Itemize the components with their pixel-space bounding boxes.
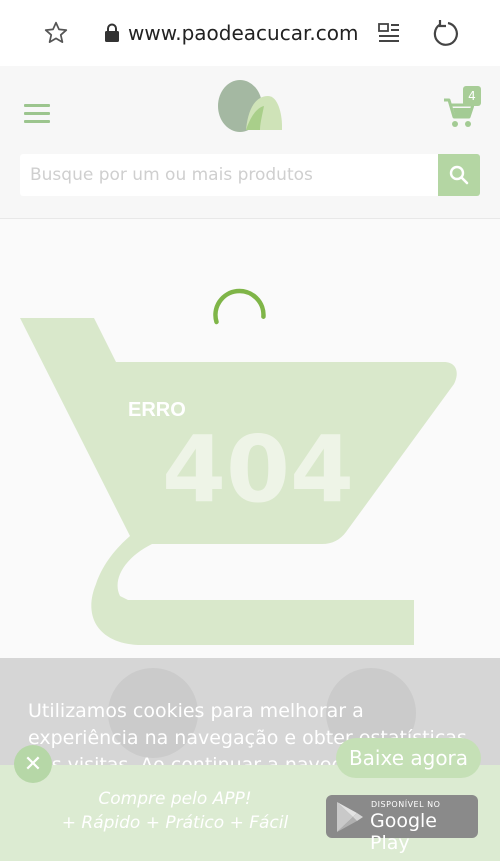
hamburger-menu-icon[interactable] <box>24 104 50 124</box>
error-code: 404 <box>162 416 354 523</box>
address-bar[interactable]: www.paodeacucar.com <box>104 19 358 47</box>
app-promo-text: Compre pelo APP! + Rápido + Prático + Fá… <box>60 787 290 835</box>
pao-de-acucar-logo[interactable] <box>216 78 286 134</box>
close-icon: ✕ <box>23 751 43 777</box>
lock-icon <box>105 23 119 42</box>
search-box <box>20 154 440 196</box>
app-promo-line1: Compre pelo APP! <box>98 789 252 809</box>
search-input[interactable] <box>20 154 440 196</box>
url-text: www.paodeacucar.com <box>128 21 359 45</box>
store-name: Google Play <box>370 810 438 854</box>
browser-toolbar: www.paodeacucar.com <box>0 0 500 67</box>
google-play-icon <box>337 802 363 832</box>
search-icon <box>449 165 469 185</box>
bookmark-star-icon[interactable] <box>41 18 71 48</box>
cart-count-badge: 4 <box>463 86 481 106</box>
site-header: 4 <box>0 66 500 219</box>
close-banner-button[interactable]: ✕ <box>14 745 52 783</box>
download-now-button[interactable]: Baixe agora <box>336 738 481 778</box>
google-play-badge[interactable]: DISPONÍVEL NO Google Play <box>326 795 478 854</box>
search-button[interactable] <box>438 154 480 196</box>
store-available-label: DISPONÍVEL NO <box>371 800 441 809</box>
app-promo-line2: + Rápido + Prático + Fácil <box>61 813 289 833</box>
reload-icon[interactable] <box>430 18 460 48</box>
error-404-cart-illustration: ERRO 404 <box>20 318 457 645</box>
reader-mode-icon[interactable] <box>374 18 404 48</box>
loading-spinner-icon <box>213 288 266 325</box>
cart-button[interactable]: 4 <box>442 86 482 132</box>
